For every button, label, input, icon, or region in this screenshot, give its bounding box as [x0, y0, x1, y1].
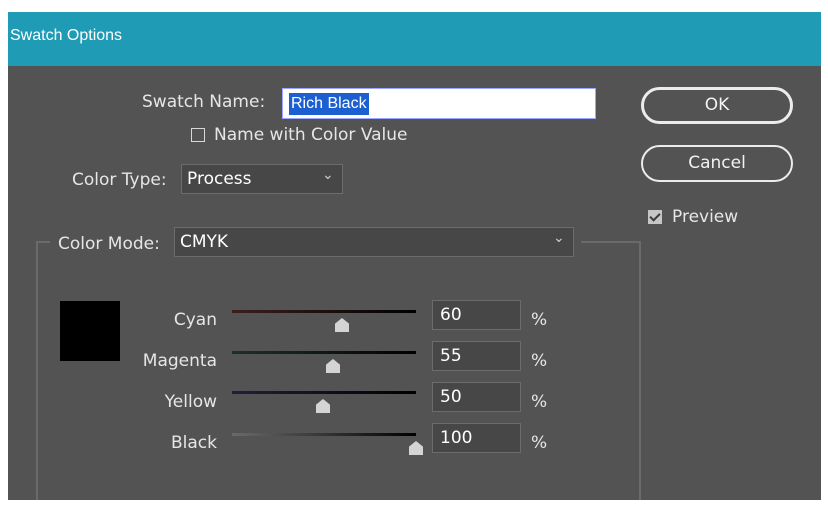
name-with-color-value-label: Name with Color Value	[214, 125, 408, 145]
color-mode-group-top-border-left	[36, 241, 50, 243]
black-slider-track[interactable]	[232, 433, 416, 436]
title-bar[interactable]: Swatch Options	[8, 12, 821, 66]
ok-button[interactable]: OK	[641, 87, 793, 124]
magenta-label: Magenta	[142, 351, 217, 371]
yellow-percent-label: %	[531, 392, 548, 412]
magenta-value-field[interactable]: 55	[432, 341, 521, 371]
dialog-title: Swatch Options	[10, 27, 123, 44]
black-percent-label: %	[531, 433, 548, 453]
color-mode-group-right-border	[639, 241, 641, 500]
magenta-value: 55	[440, 346, 462, 366]
color-mode-group-left-border	[36, 241, 38, 500]
yellow-slider-track[interactable]	[232, 391, 416, 394]
yellow-value-field[interactable]: 50	[432, 382, 521, 412]
yellow-value: 50	[440, 387, 462, 407]
magenta-slider-track[interactable]	[232, 351, 416, 354]
magenta-percent-label: %	[531, 351, 548, 371]
cyan-label: Cyan	[173, 310, 217, 330]
swatch-name-label: Swatch Name:	[142, 92, 266, 112]
swatch-name-value: Rich Black	[289, 93, 369, 115]
swatch-name-input[interactable]: Rich Black	[282, 88, 596, 119]
cyan-percent-label: %	[531, 310, 548, 330]
color-type-label: Color Type:	[72, 170, 167, 190]
color-type-value: Process	[187, 169, 252, 189]
color-type-dropdown[interactable]: Process ⌄	[181, 164, 343, 194]
color-mode-dropdown[interactable]: CMYK ⌄	[174, 227, 574, 257]
cyan-value-field[interactable]: 60	[432, 300, 521, 330]
preview-label: Preview	[672, 207, 739, 227]
magenta-slider-thumb[interactable]	[326, 359, 340, 373]
cancel-button[interactable]: Cancel	[641, 145, 793, 182]
chevron-down-icon: ⌄	[553, 230, 565, 246]
color-mode-label: Color Mode:	[58, 234, 160, 254]
chevron-down-icon: ⌄	[322, 167, 334, 183]
color-mode-group-top-border-right	[581, 241, 641, 243]
cyan-slider-track[interactable]	[232, 310, 416, 313]
black-value: 100	[440, 428, 473, 448]
black-label: Black	[171, 433, 217, 453]
cyan-value: 60	[440, 305, 462, 325]
yellow-slider-thumb[interactable]	[316, 399, 330, 413]
preview-checkbox[interactable]	[648, 210, 662, 224]
color-mode-value: CMYK	[180, 232, 229, 252]
black-value-field[interactable]: 100	[432, 423, 521, 453]
name-with-color-value-checkbox[interactable]	[191, 128, 205, 142]
swatch-options-dialog: Swatch Options Swatch Name: Rich Black N…	[8, 12, 821, 500]
cyan-slider-thumb[interactable]	[335, 318, 349, 332]
color-preview-swatch	[60, 301, 120, 361]
yellow-label: Yellow	[164, 392, 217, 412]
black-slider-thumb[interactable]	[409, 441, 423, 455]
